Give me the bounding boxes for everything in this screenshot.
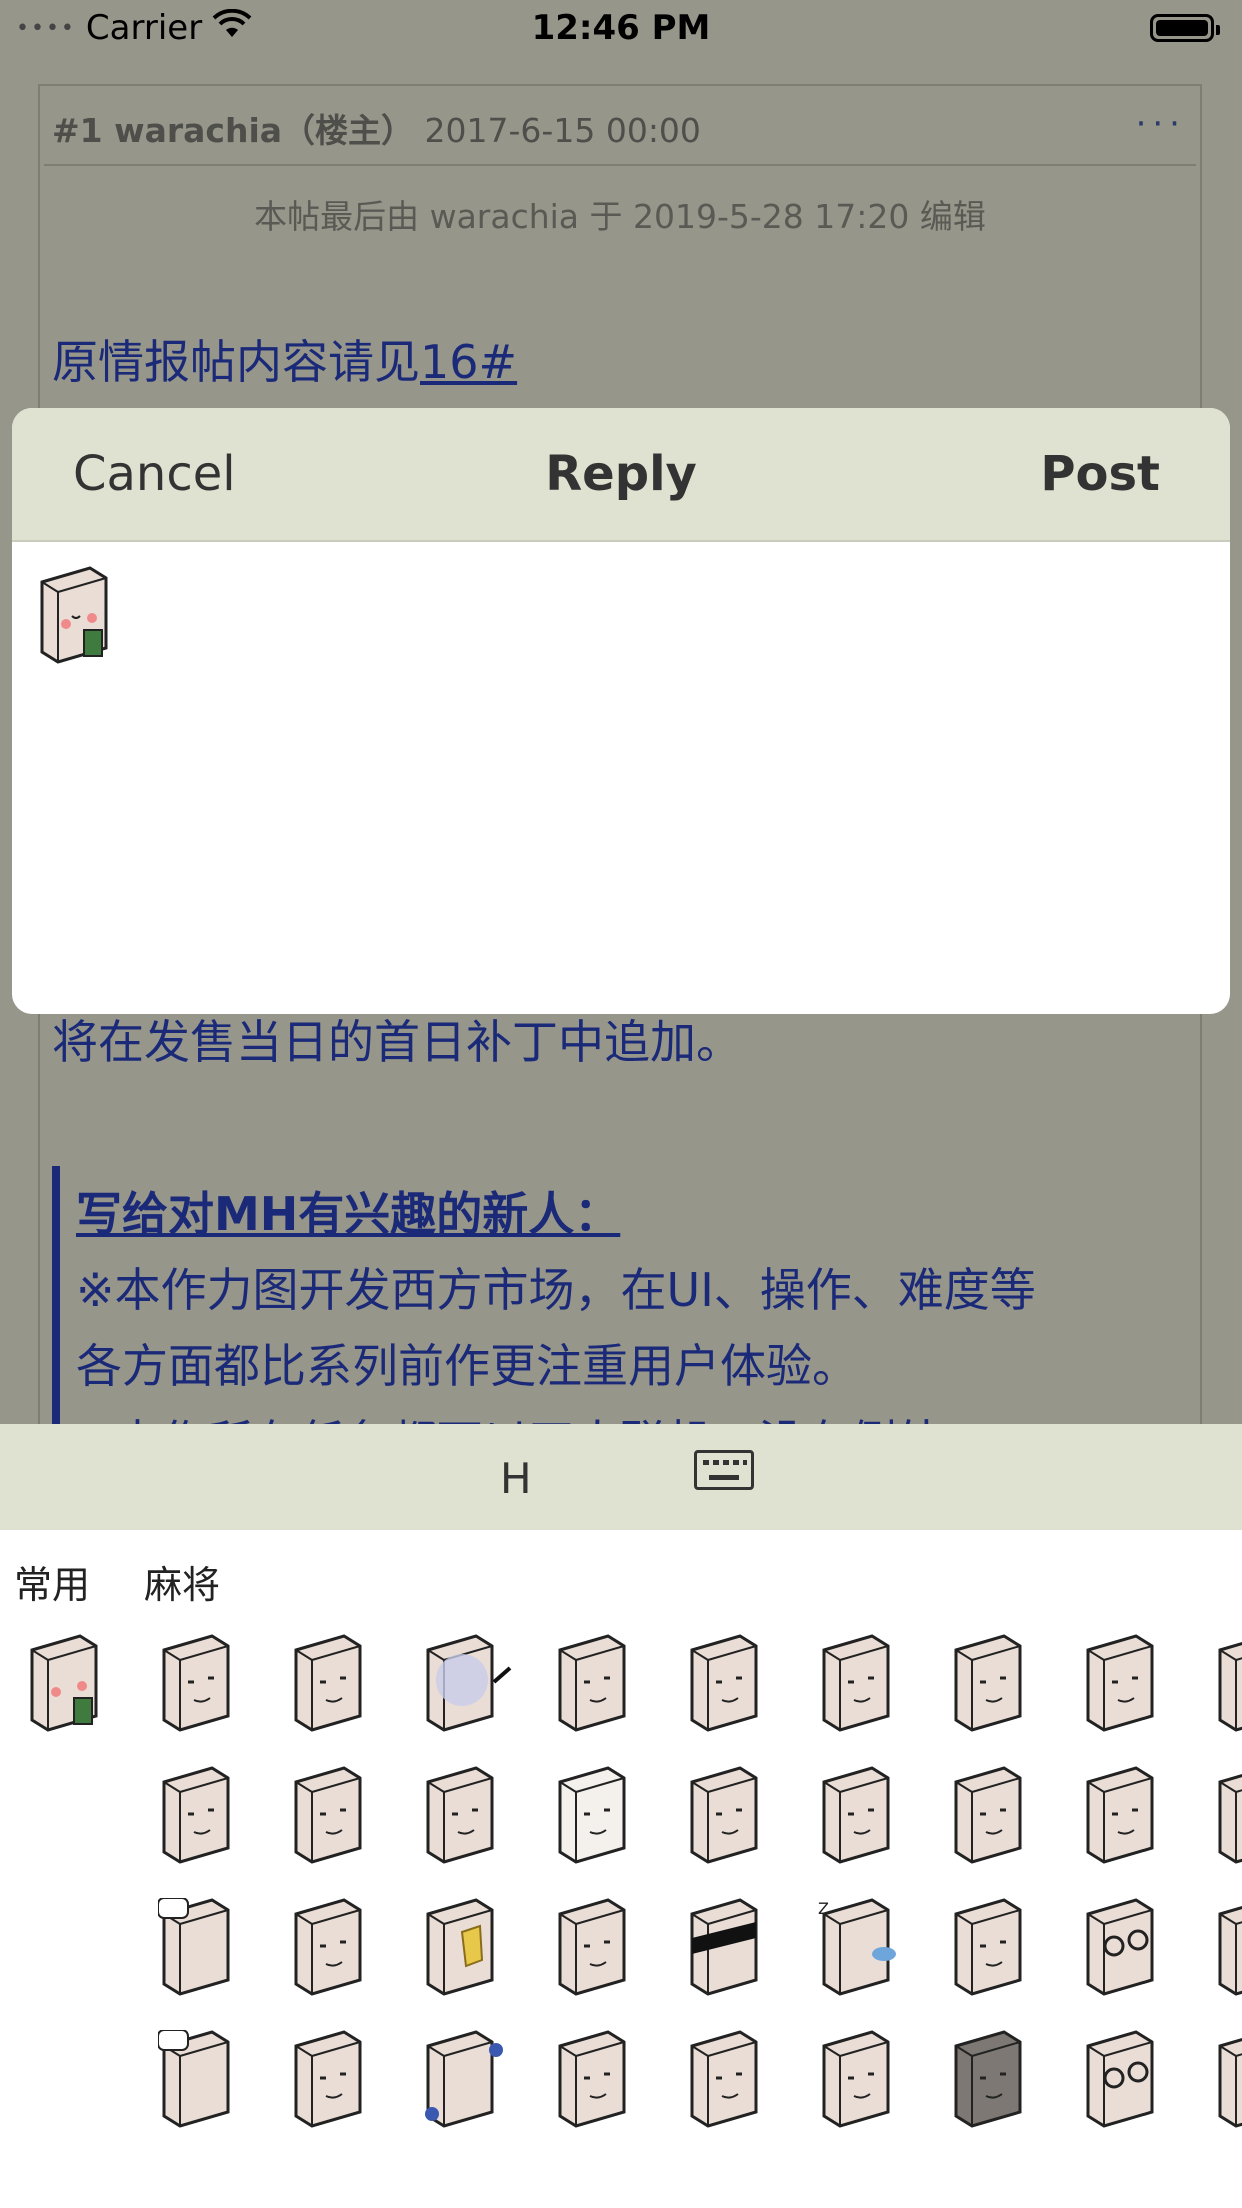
emoji-blindfold-icon[interactable] (686, 1898, 776, 1998)
divider (44, 164, 1196, 166)
emoji-glasses2-icon[interactable] (1082, 2030, 1172, 2130)
svg-text:Z: Z (818, 1899, 829, 1918)
status-bar: •••• Carrier 12:46 PM (0, 0, 1242, 60)
status-time: 12:46 PM (531, 8, 711, 48)
emoji-partial-icon[interactable] (1214, 2030, 1242, 2130)
post-link-line: 原情报帖内容请见16# (52, 326, 517, 392)
emoji-tired-icon[interactable] (686, 1634, 776, 1734)
emoji-sleep-z-icon[interactable]: Z (818, 1898, 908, 1998)
emoji-doubt-icon[interactable] (950, 1634, 1040, 1734)
emoji-headphones-icon[interactable] (422, 2030, 512, 2130)
heading-mode-button[interactable]: H (500, 1454, 532, 1503)
emoji-mad-icon[interactable] (818, 1766, 908, 1866)
emoji-cross-icon[interactable] (422, 1766, 512, 1866)
emoji-blank-icon[interactable] (290, 1634, 380, 1734)
emoji-speech2-icon[interactable] (158, 2030, 248, 2130)
inserted-emoji-icon (36, 566, 116, 664)
emoji-shocked-icon[interactable] (818, 1634, 908, 1734)
emoji-wrapped-icon[interactable] (290, 1898, 380, 1998)
post-date: 2017-6-15 00:00 (424, 111, 701, 150)
post-link-prefix: 原情报帖内容请见 (52, 335, 420, 389)
quote-line: 各方面都比系列前作更注重用户体验。 (76, 1339, 858, 1393)
battery-icon (1150, 14, 1220, 42)
emoji-dot-eyes-icon[interactable] (290, 1766, 380, 1866)
emoji-shock-x-icon[interactable] (290, 2030, 380, 2130)
emoji-angry-icon[interactable] (158, 1634, 248, 1734)
emoji-doubt2-icon[interactable] (950, 1766, 1040, 1866)
tab-common[interactable]: 常用 (14, 1554, 90, 1609)
more-icon[interactable]: ··· (1136, 104, 1186, 144)
emoji-glasses-icon[interactable] (1082, 1898, 1172, 1998)
emoji-panel: 常用 麻将 Z (0, 1530, 1242, 2208)
emoji-sleepy-icon[interactable] (554, 1634, 644, 1734)
reply-navbar: Cancel Reply Post (12, 408, 1230, 542)
tab-mahjong[interactable]: 麻将 (144, 1554, 220, 1609)
quote-line: ※本作力图开发西方市场，在UI、操作、难度等 (76, 1263, 1036, 1317)
emoji-stern-icon[interactable] (158, 1766, 248, 1866)
keyboard-icon[interactable] (694, 1450, 754, 1490)
emoji-sweat-icon[interactable] (686, 2030, 776, 2130)
emoji-smug-icon[interactable] (1082, 1766, 1172, 1866)
emoji-cry-lines-icon[interactable] (950, 1898, 1040, 1998)
emoji-partial-icon[interactable] (1214, 1898, 1242, 1998)
post-header: #1 warachia（楼主） 2017-6-15 00:00 (52, 104, 701, 152)
quote-heading[interactable]: 写给对MH有兴趣的新人： (76, 1176, 1196, 1252)
emoji-toolbar: H (0, 1424, 1242, 1530)
emoji-yellow-card-icon[interactable] (422, 1898, 512, 1998)
emoji-blank2-icon[interactable] (554, 2030, 644, 2130)
emoji-pale-icon[interactable] (554, 1766, 644, 1866)
emoji-speech-icon[interactable] (158, 1898, 248, 1998)
post-text: 将在发售当日的首日补丁中追加。 (52, 1015, 742, 1069)
reply-sheet: Cancel Reply Post (12, 408, 1230, 1014)
reply-text-area[interactable] (12, 542, 1230, 1014)
emoji-o-eyes-icon[interactable] (818, 2030, 908, 2130)
emoji-dark-icon[interactable] (950, 2030, 1040, 2130)
emoji-partial-icon[interactable] (1214, 1634, 1242, 1734)
edit-note: 本帖最后由 warachia 于 2019-5-28 17:20 编辑 (254, 197, 986, 236)
emoji-wink-icon[interactable] (554, 1898, 644, 1998)
emoji-smile-icon[interactable] (1082, 1634, 1172, 1734)
post-link[interactable]: 16# (420, 335, 517, 389)
emoji-smile-tea-icon[interactable] (26, 1634, 116, 1734)
emoji-ghost-brush-icon[interactable] (422, 1634, 512, 1734)
post-author[interactable]: #1 warachia（楼主） (52, 111, 414, 150)
emoji-grin-icon[interactable] (686, 1766, 776, 1866)
emoji-partial-icon[interactable] (1214, 1766, 1242, 1866)
post-button[interactable]: Post (1040, 446, 1160, 502)
